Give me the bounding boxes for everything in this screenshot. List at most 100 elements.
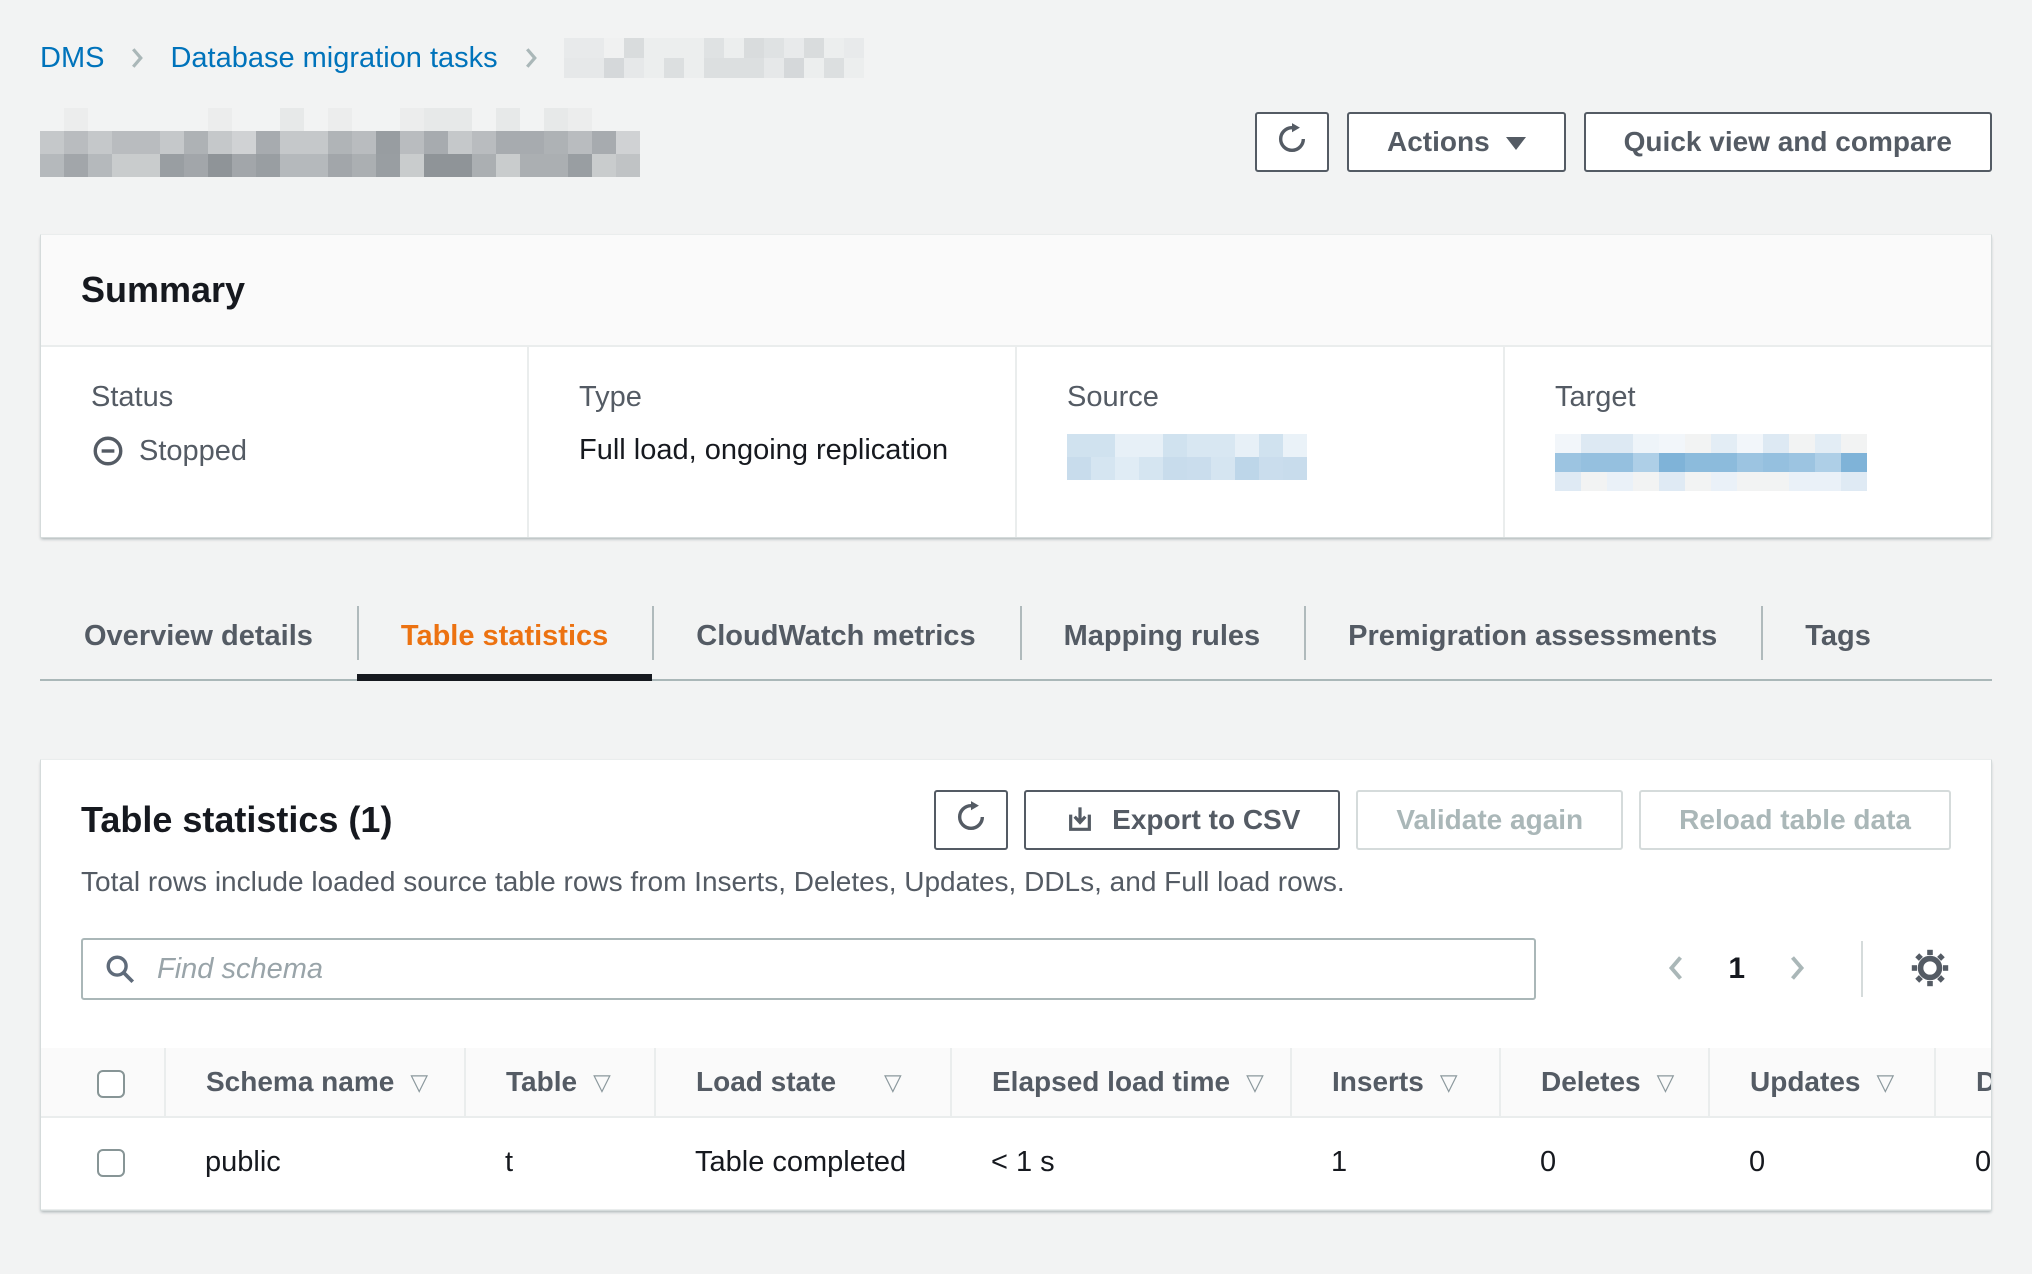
breadcrumb-link-dms[interactable]: DMS — [40, 42, 104, 75]
column-label: Inserts — [1332, 1066, 1424, 1097]
column-label: Table — [506, 1066, 577, 1097]
table-settings-button[interactable] — [1909, 947, 1951, 992]
previous-page-button[interactable] — [1658, 950, 1694, 989]
column-label: Elapsed load time — [992, 1066, 1230, 1097]
field-label: Target — [1555, 381, 1971, 414]
quick-view-and-compare-button[interactable]: Quick view and compare — [1584, 112, 1992, 172]
actions-button[interactable]: Actions — [1347, 112, 1566, 172]
caret-down-icon — [1506, 137, 1526, 150]
gear-icon — [1909, 947, 1951, 992]
pagination: 1 — [1658, 941, 1951, 997]
table-refresh-button[interactable] — [934, 790, 1008, 850]
refresh-icon — [1275, 122, 1309, 163]
sort-icon[interactable]: ▽ — [1657, 1070, 1675, 1096]
page: DMS Database migration tasks Actions Qui… — [0, 0, 2032, 1274]
reload-table-data-button[interactable]: Reload table data — [1639, 790, 1951, 850]
tab-mapping-rules[interactable]: Mapping rules — [1020, 600, 1305, 679]
summary-field-type: Type Full load, ongoing replication — [527, 347, 1015, 537]
sort-icon[interactable]: ▽ — [1876, 1070, 1894, 1096]
column-label: Deletes — [1541, 1066, 1641, 1097]
status-text: Stopped — [139, 435, 247, 468]
summary-panel: Summary Status Stopped Type Full load, o… — [40, 234, 1992, 538]
cell-inserts: 1 — [1291, 1117, 1500, 1210]
table-statistics-panel: Table statistics (1) Export to CSV Valid… — [40, 759, 1992, 1211]
page-title-redacted — [40, 108, 640, 177]
tab-label: CloudWatch metrics — [696, 620, 975, 652]
table-header-row: Schema name ▽ Table ▽ Load state ▽ Elapsed … — [41, 1048, 1992, 1117]
search-box — [81, 938, 1536, 1000]
row-checkbox[interactable] — [97, 1149, 125, 1177]
table-description: Total rows include loaded source table r… — [41, 866, 1991, 898]
type-value: Full load, ongoing replication — [579, 434, 995, 467]
sort-icon[interactable]: ▽ — [884, 1070, 902, 1096]
refresh-button[interactable] — [1255, 112, 1329, 172]
tab-cloudwatch-metrics[interactable]: CloudWatch metrics — [652, 600, 1019, 679]
summary-field-status: Status Stopped — [41, 347, 527, 537]
source-endpoint-link-redacted[interactable] — [1067, 434, 1483, 480]
field-label: Type — [579, 381, 995, 414]
sort-icon[interactable]: ▽ — [1440, 1070, 1458, 1096]
cell-schema-name: public — [165, 1117, 465, 1210]
select-all-checkbox[interactable] — [97, 1070, 125, 1098]
sort-icon[interactable]: ▽ — [593, 1070, 611, 1096]
column-header-table[interactable]: Table ▽ — [465, 1048, 655, 1117]
sort-icon[interactable]: ▽ — [1246, 1070, 1264, 1096]
column-header-load-state[interactable]: Load state ▽ — [655, 1048, 951, 1117]
cell-table: t — [465, 1117, 655, 1210]
column-label: Schema name — [206, 1066, 394, 1097]
tab-label: Premigration assessments — [1348, 620, 1717, 652]
search-icon — [103, 952, 137, 991]
tab-label: Mapping rules — [1064, 620, 1261, 652]
chevron-left-icon — [1658, 950, 1694, 989]
column-header-ddls[interactable]: DDLs▽ — [1935, 1048, 1992, 1117]
find-schema-input[interactable] — [81, 938, 1536, 1000]
row-select-cell — [41, 1117, 165, 1210]
select-all-header — [41, 1048, 165, 1117]
tab-overview-details[interactable]: Overview details — [40, 600, 357, 679]
column-label: Updates — [1750, 1066, 1860, 1097]
refresh-icon — [954, 800, 988, 841]
column-header-elapsed-load-time[interactable]: Elapsed load time ▽ — [951, 1048, 1291, 1117]
validate-again-button[interactable]: Validate again — [1356, 790, 1623, 850]
column-header-deletes[interactable]: Deletes ▽ — [1500, 1048, 1709, 1117]
export-button-label: Export to CSV — [1112, 804, 1300, 836]
page-header: Actions Quick view and compare — [40, 102, 1992, 182]
chevron-right-icon — [122, 43, 152, 73]
cell-elapsed-load-time: < 1 s — [951, 1117, 1291, 1210]
next-page-button[interactable] — [1779, 950, 1815, 989]
table-statistics-title: Table statistics (1) — [81, 790, 392, 850]
breadcrumb-current-redacted — [564, 38, 864, 78]
column-label: Load state — [696, 1066, 836, 1097]
tab-label: Overview details — [84, 620, 313, 652]
pager-divider — [1861, 941, 1863, 997]
current-page-number: 1 — [1728, 952, 1745, 986]
summary-grid: Status Stopped Type Full load, ongoing r… — [41, 347, 1991, 537]
summary-field-target: Target — [1503, 347, 1991, 537]
column-header-inserts[interactable]: Inserts ▽ — [1291, 1048, 1500, 1117]
field-label: Source — [1067, 381, 1483, 414]
tab-label: Table statistics — [401, 620, 608, 652]
cell-load-state: Table completed — [655, 1117, 951, 1210]
export-to-csv-button[interactable]: Export to CSV — [1024, 790, 1340, 850]
download-icon — [1064, 804, 1096, 836]
table-row: public t Table completed < 1 s 1 0 0 0 — [41, 1117, 1992, 1210]
breadcrumb-link-tasks[interactable]: Database migration tasks — [170, 42, 497, 75]
cell-ddls: 0 — [1935, 1117, 1992, 1210]
column-header-schema-name[interactable]: Schema name ▽ — [165, 1048, 465, 1117]
target-endpoint-link-redacted[interactable] — [1555, 434, 1971, 491]
chevron-right-icon — [516, 43, 546, 73]
table-panel-header: Table statistics (1) Export to CSV Valid… — [41, 760, 1991, 850]
sort-icon[interactable]: ▽ — [410, 1070, 428, 1096]
status-value: Stopped — [91, 434, 507, 468]
field-label: Status — [91, 381, 507, 414]
tab-premigration-assessments[interactable]: Premigration assessments — [1304, 600, 1761, 679]
chevron-right-icon — [1779, 950, 1815, 989]
summary-panel-header: Summary — [41, 235, 1991, 347]
tab-bar: Overview details Table statistics CloudW… — [40, 600, 1992, 681]
actions-button-label: Actions — [1387, 126, 1490, 158]
cell-deletes: 0 — [1500, 1117, 1709, 1210]
column-header-updates[interactable]: Updates ▽ — [1709, 1048, 1935, 1117]
tab-table-statistics[interactable]: Table statistics — [357, 600, 652, 679]
tab-tags[interactable]: Tags — [1761, 600, 1915, 679]
summary-title: Summary — [81, 269, 1951, 311]
